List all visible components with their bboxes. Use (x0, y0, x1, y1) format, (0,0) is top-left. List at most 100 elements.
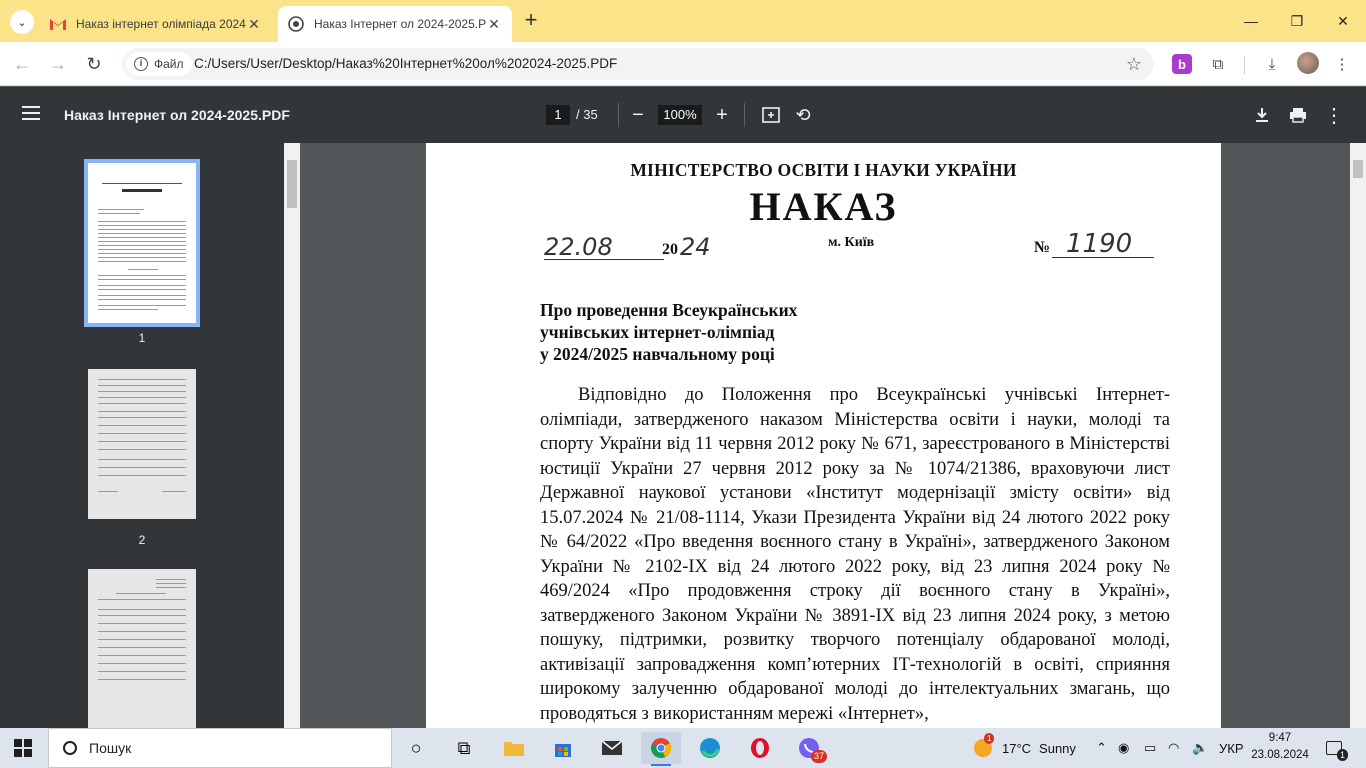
sidebar-scrollbar[interactable] (284, 143, 300, 728)
thumbnail-page-3[interactable] (88, 569, 196, 728)
reload-icon: ↻ (86, 53, 102, 74)
taskbar-search[interactable]: Пошук (48, 728, 392, 768)
plus-icon: + (716, 103, 728, 126)
kebab-icon: ⋮ (1324, 104, 1344, 127)
fit-page-button[interactable] (757, 101, 785, 129)
rotate-icon: ⟲ (795, 104, 811, 125)
viber-tray-icon[interactable]: ◉ (1118, 728, 1129, 768)
number-underline (1052, 257, 1154, 258)
body-paragraph: Відповідно до Положення про Всеукраїнськ… (540, 385, 1170, 724)
clock[interactable]: 9:47 23.08.2024 (1250, 730, 1310, 764)
url-text[interactable]: C:/Users/User/Desktop/Наказ%20Інтернет%2… (194, 56, 617, 71)
pdf-toolbar: Наказ Інтернет ол 2024-2025.PDF 1 / 35 −… (0, 87, 1366, 143)
clock-date: 23.08.2024 (1251, 749, 1309, 761)
browser-toolbar: ← → ↻ i Файл C:/Users/User/Desktop/Наказ… (0, 42, 1366, 86)
minimize-button[interactable]: — (1228, 0, 1274, 42)
tab-title: Наказ Інтернет ол 2024-2025.P (314, 17, 486, 31)
close-icon[interactable]: ✕ (246, 16, 262, 32)
tab-search-button[interactable]: ⌄ (10, 10, 34, 34)
restore-button[interactable]: ❐ (1274, 0, 1320, 42)
site-info-chip[interactable]: i Файл (126, 52, 192, 76)
weather-badge: 1 (984, 733, 995, 744)
search-icon (63, 741, 77, 755)
new-tab-button[interactable]: + (518, 8, 544, 34)
print-button[interactable] (1284, 101, 1312, 129)
edge-icon[interactable] (690, 732, 730, 764)
handwritten-date: 22.08 (544, 233, 613, 261)
download-icon[interactable]: ⤓ (1260, 52, 1284, 76)
arrow-left-icon: ← (13, 53, 31, 74)
notification-center[interactable]: 1 (1326, 728, 1348, 768)
opera-icon[interactable] (740, 732, 780, 764)
tab-title: Наказ інтернет олімпіада 2024 (76, 17, 246, 31)
thumbnail-page-2[interactable] (88, 369, 196, 519)
profile-avatar[interactable] (1297, 52, 1319, 74)
pdf-page: МІНІСТЕРСТВО ОСВІТИ І НАУКИ УКРАЇНИ НАКА… (426, 143, 1221, 728)
document-body: Відповідно до Положення про Всеукраїнськ… (540, 383, 1170, 726)
subject-line: Про проведення Всеукраїнських (540, 300, 798, 320)
chrome-icon[interactable] (641, 732, 681, 766)
document-viewport[interactable]: МІНІСТЕРСТВО ОСВІТИ І НАУКИ УКРАЇНИ НАКА… (300, 143, 1350, 728)
thumbnail-sidebar: 1 2 (0, 143, 300, 728)
menu-kebab-icon[interactable]: ⋮ (1330, 52, 1354, 76)
document-scrollbar[interactable] (1350, 143, 1366, 728)
close-icon[interactable]: ✕ (486, 16, 502, 32)
globe-icon (288, 16, 304, 32)
page-total: / 35 (576, 107, 598, 122)
zoom-out-button[interactable]: − (624, 101, 652, 129)
address-bar[interactable]: i Файл C:/Users/User/Desktop/Наказ%20Інт… (122, 48, 1154, 80)
info-icon: i (134, 57, 148, 71)
tab-gmail[interactable]: Наказ інтернет олімпіада 2024 ✕ (40, 6, 272, 42)
task-view-icon[interactable]: ⧉ (444, 732, 484, 764)
language-indicator[interactable]: УКР (1219, 728, 1244, 768)
thumbnail-page-1[interactable] (84, 159, 200, 327)
wifi-icon[interactable]: ◠ (1168, 728, 1179, 768)
weather-widget[interactable]: 1 17°C Sunny (974, 728, 1076, 768)
toolbar-divider (1244, 56, 1245, 74)
zoom-in-button[interactable]: + (708, 101, 736, 129)
more-actions-button[interactable]: ⋮ (1320, 101, 1348, 129)
windows-start-icon[interactable] (14, 739, 32, 757)
taskbar: Пошук ○ ⧉ 37 1 17°C Sunny ⌃ ◉ ▭ ◠ 🔈 УКР … (0, 728, 1366, 768)
back-button[interactable]: ← (8, 50, 36, 78)
cortana-icon[interactable]: ○ (396, 732, 436, 764)
notification-icon: 1 (1326, 741, 1348, 761)
pdf-title: Наказ Інтернет ол 2024-2025.PDF (64, 107, 290, 123)
tab-pdf[interactable]: Наказ Інтернет ол 2024-2025.P ✕ (278, 6, 512, 42)
ministry-header: МІНІСТЕРСТВО ОСВІТИ І НАУКИ УКРАЇНИ (630, 160, 1017, 180)
toolbar-divider (618, 103, 619, 127)
rotate-button[interactable]: ⟲ (789, 101, 817, 129)
number-label: № (1034, 239, 1051, 256)
bookmark-star-icon[interactable]: ☆ (1126, 54, 1142, 75)
store-icon[interactable] (543, 732, 583, 764)
weather-temp: 17°C (1002, 740, 1032, 756)
forward-button[interactable]: → (44, 50, 72, 78)
extension-b-icon[interactable]: b (1172, 54, 1192, 74)
reload-button[interactable]: ↻ (80, 50, 108, 78)
viber-icon[interactable]: 37 (789, 732, 829, 764)
menu-icon[interactable] (22, 106, 40, 120)
extensions-puzzle-icon[interactable]: ⧉ (1206, 52, 1230, 76)
chevron-down-icon: ⌄ (17, 16, 27, 29)
show-hidden-icons[interactable]: ⌃ (1096, 728, 1107, 768)
clock-time: 9:47 (1268, 732, 1292, 744)
notification-count: 1 (1336, 749, 1348, 761)
chip-label: Файл (154, 57, 184, 71)
sidebar-scrollbar-thumb[interactable] (287, 160, 297, 208)
year-prefix: 20 (662, 241, 678, 258)
document-subject: Про проведення Всеукраїнських учнівських… (540, 299, 797, 365)
zoom-input[interactable]: 100% (658, 105, 702, 125)
page-number-input[interactable]: 1 (546, 105, 570, 125)
file-explorer-icon[interactable] (494, 732, 534, 764)
download-button[interactable] (1248, 101, 1276, 129)
language-label: УКР (1219, 740, 1244, 756)
battery-icon[interactable]: ▭ (1144, 728, 1156, 768)
minus-icon: − (632, 103, 644, 126)
thumbnail-label: 2 (138, 533, 146, 547)
mail-icon[interactable] (592, 732, 632, 764)
chevron-up-icon: ⌃ (1096, 740, 1107, 755)
volume-icon[interactable]: 🔈 (1192, 728, 1208, 768)
document-scrollbar-thumb[interactable] (1353, 160, 1363, 178)
close-window-button[interactable]: ✕ (1320, 0, 1366, 42)
weather-text: Sunny (1039, 740, 1076, 756)
